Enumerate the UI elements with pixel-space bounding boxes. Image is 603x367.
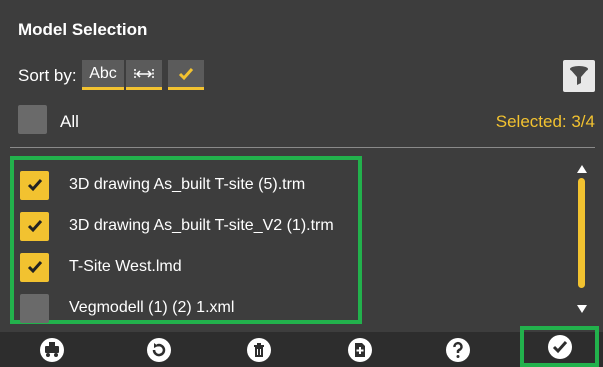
add-file-button[interactable] [343, 332, 377, 367]
scrollbar[interactable] [578, 178, 585, 288]
list-item[interactable]: 3D drawing As_built T-site (5).trm [20, 170, 305, 200]
scroll-up-icon[interactable] [577, 165, 587, 173]
list-item[interactable]: Vegmodell (1) (2) 1.xml [20, 293, 234, 323]
select-all-checkbox[interactable] [18, 105, 47, 134]
sort-label: Sort by: [18, 66, 77, 85]
machine-icon [40, 337, 64, 362]
check-icon [27, 220, 42, 233]
filter-button[interactable] [563, 60, 595, 92]
filter-icon [570, 66, 588, 85]
sort-abc-label: Abc [89, 64, 117, 82]
model-checkbox[interactable] [20, 170, 49, 200]
machine-button[interactable] [35, 332, 69, 367]
sort-selected-button[interactable] [168, 60, 204, 90]
divider [10, 147, 595, 148]
selected-count: Selected: 3/4 [495, 112, 595, 131]
confirm-button[interactable] [520, 326, 599, 367]
page-title: Model Selection [18, 20, 148, 39]
select-all-label: All [60, 112, 79, 131]
check-icon [27, 261, 42, 274]
model-list: 3D drawing As_built T-site (5).trm 3D dr… [10, 156, 362, 324]
model-checkbox[interactable] [20, 211, 49, 241]
add-file-icon [348, 337, 372, 362]
model-checkbox[interactable] [20, 252, 49, 282]
delete-button[interactable] [242, 332, 276, 367]
model-name: 3D drawing As_built T-site (5).trm [69, 176, 306, 193]
help-icon [446, 337, 470, 362]
refresh-icon [147, 337, 171, 362]
list-item[interactable]: 3D drawing As_built T-site_V2 (1).trm [20, 211, 334, 241]
model-name: Vegmodell (1) (2) 1.xml [69, 299, 235, 316]
sort-abc-button[interactable]: Abc [82, 60, 124, 90]
refresh-button[interactable] [142, 332, 176, 367]
bottom-toolbar [0, 332, 603, 367]
help-button[interactable] [441, 332, 475, 367]
check-icon [178, 67, 194, 80]
delete-icon [247, 337, 271, 362]
sort-distance-button[interactable] [126, 60, 162, 90]
model-name: T-Site West.lmd [69, 258, 182, 275]
list-item[interactable]: T-Site West.lmd [20, 252, 182, 282]
check-icon [27, 179, 42, 192]
model-checkbox[interactable] [20, 293, 49, 323]
distance-icon [134, 68, 154, 79]
confirm-icon [547, 334, 572, 359]
scroll-down-icon[interactable] [577, 305, 587, 313]
model-name: 3D drawing As_built T-site_V2 (1).trm [69, 217, 334, 234]
